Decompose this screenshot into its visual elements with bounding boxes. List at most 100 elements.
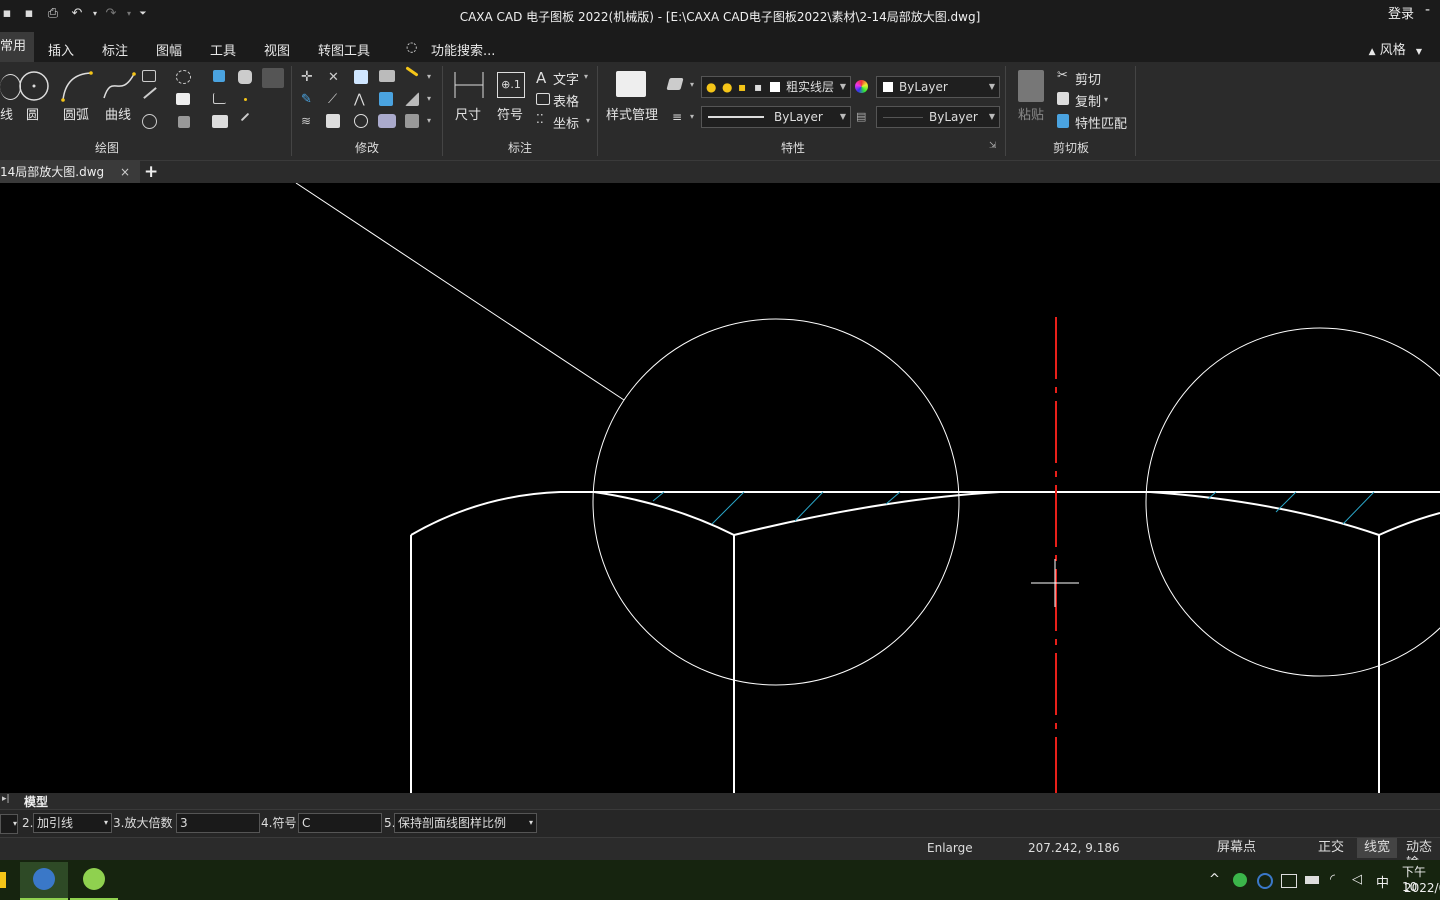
circle-icon[interactable] [18, 70, 50, 102]
wifi-icon[interactable]: ◜ [1330, 872, 1335, 887]
fill-icon[interactable] [178, 116, 190, 128]
option5-dropdown[interactable]: 保持剖面线图样比例 ▾ [394, 813, 537, 833]
magnification-input[interactable]: 3 [176, 813, 260, 833]
mirror-icon[interactable]: ⋀ [354, 92, 370, 108]
chevron-down-icon[interactable]: ▾ [586, 116, 590, 125]
stretch-icon[interactable]: ≋ [301, 114, 317, 130]
lineweight-dropdown[interactable]: ByLayer ▼ [876, 106, 1000, 128]
dimension-icon[interactable] [452, 70, 486, 100]
paste-icon[interactable] [1018, 70, 1044, 102]
table-icon[interactable] [536, 93, 550, 105]
dimension-button-label[interactable]: 尺寸 [455, 104, 481, 123]
tray-sync-icon[interactable] [1257, 873, 1273, 889]
array-icon[interactable] [354, 70, 368, 84]
snap-mode-toggle[interactable]: 屏幕点 [1217, 840, 1256, 856]
lineweight-toggle[interactable]: 线宽 [1357, 838, 1397, 858]
text-button-label[interactable]: 文字 [553, 69, 579, 88]
explorer-icon[interactable] [0, 872, 6, 888]
scale-icon[interactable] [326, 114, 340, 128]
color-wheel-icon[interactable] [855, 80, 868, 93]
extend-icon[interactable]: ⟋ [328, 92, 344, 108]
symbol-icon[interactable]: ⊕.1 [497, 72, 525, 98]
offset-icon[interactable] [176, 93, 190, 105]
chevron-down-icon[interactable]: ▾ [584, 72, 588, 81]
sun-icon[interactable]: ● [722, 77, 732, 97]
copy-object-icon[interactable]: ✎ [301, 92, 317, 108]
curve-icon[interactable] [102, 70, 136, 102]
chevron-down-icon[interactable]: ▾ [1104, 95, 1108, 104]
show-hidden-icons[interactable]: ^ [1209, 872, 1220, 887]
collapse-ribbon-icon[interactable]: ▲ [1369, 47, 1376, 57]
point-icon[interactable] [244, 98, 247, 101]
tab-sheet[interactable]: 图幅 [156, 40, 182, 59]
coordinate-button-label[interactable]: 坐标 [553, 113, 579, 132]
close-tab-icon[interactable]: × [120, 161, 130, 183]
feature-search[interactable]: 功能搜索... [431, 40, 495, 59]
add-tab-icon[interactable]: + [144, 161, 158, 183]
style-manager-label[interactable]: 样式管理 [606, 104, 658, 123]
document-tab[interactable]: 14局部放大图.dwg × [0, 161, 140, 183]
taskbar-app-recorder[interactable] [70, 862, 118, 900]
tab-annotate[interactable]: 标注 [102, 40, 128, 59]
linetype-dropdown[interactable]: ByLayer ▼ [701, 106, 851, 128]
scroll-tabs-icon[interactable]: ▸| [2, 794, 10, 804]
clock-date[interactable]: 2022/0 [1404, 881, 1440, 895]
select-mode-icon[interactable] [262, 68, 284, 88]
option2-dropdown[interactable]: 加引线 ▾ [33, 813, 112, 833]
drawing-canvas[interactable] [0, 182, 1440, 793]
hatch-icon[interactable] [213, 70, 225, 82]
tab-insert[interactable]: 插入 [48, 40, 74, 59]
arc-button-label[interactable]: 圆弧 [63, 104, 89, 123]
login-button[interactable]: 登录 [1388, 3, 1414, 22]
print-layer-icon[interactable]: ▪ [754, 77, 762, 97]
tab-tools[interactable]: 工具 [210, 40, 236, 59]
model-tab[interactable]: 模型 [24, 793, 48, 810]
match-properties-button-label[interactable]: 特性匹配 [1075, 113, 1127, 132]
block-icon[interactable] [212, 115, 228, 128]
style-manager-icon[interactable] [616, 71, 646, 97]
polygon-icon[interactable] [142, 114, 157, 129]
minimize-button[interactable]: - [1425, 2, 1430, 18]
match-properties-icon[interactable] [1057, 114, 1069, 128]
tab-common[interactable]: 常用 [0, 32, 35, 62]
ellipse-icon[interactable] [176, 70, 191, 84]
paste-button-label[interactable]: 粘贴 [1018, 104, 1044, 123]
erase-icon[interactable] [378, 114, 396, 128]
tray-app-icon[interactable] [1233, 873, 1247, 887]
table-button-label[interactable]: 表格 [553, 91, 579, 110]
chevron-down-icon[interactable]: ▾ [427, 116, 431, 125]
expand-panel-icon[interactable]: ⇲ [989, 141, 997, 151]
layer-dropdown[interactable]: ● ● ▪ ▪ 粗实线层 ▼ [701, 76, 851, 98]
symbol-button-label[interactable]: 符号 [497, 104, 523, 123]
line-button-label[interactable]: 线 [0, 104, 13, 123]
taskbar-app-caxa[interactable] [20, 862, 68, 900]
rotate-icon[interactable] [354, 114, 368, 128]
lightbulb-icon[interactable]: ● [706, 77, 716, 97]
battery-icon[interactable] [1305, 876, 1319, 884]
volume-icon[interactable]: ◁ [1352, 872, 1362, 887]
lock-icon[interactable]: ▪ [738, 77, 746, 97]
ime-indicator[interactable]: 中 [1376, 872, 1389, 891]
arc-icon[interactable] [60, 70, 94, 102]
text-icon[interactable]: A [536, 69, 546, 87]
tab-convert-tools[interactable]: 转图工具 [318, 40, 370, 59]
tray-display-icon[interactable] [1281, 874, 1297, 888]
copy-icon[interactable] [1057, 92, 1069, 105]
chamfer-icon[interactable] [213, 93, 226, 104]
linetype-icon[interactable]: ≡ [672, 110, 682, 124]
chevron-down-icon[interactable]: ▾ [690, 112, 694, 121]
tab-view[interactable]: 视图 [264, 40, 290, 59]
break-icon[interactable] [405, 114, 419, 128]
explode-icon[interactable] [379, 70, 395, 82]
move-icon[interactable]: ✛ [301, 70, 317, 86]
insert-block-icon[interactable] [238, 70, 252, 84]
rectangle-icon[interactable] [142, 70, 156, 82]
trim-icon[interactable]: ✕ [328, 70, 344, 86]
chevron-down-icon[interactable]: ▾ [427, 94, 431, 103]
chevron-down-icon[interactable]: ▾ [690, 80, 694, 89]
coordinate-icon[interactable]: ⁚⁚ [536, 112, 544, 126]
ortho-toggle[interactable]: 正交 [1318, 840, 1344, 856]
option1-dropdown[interactable]: ▾ [0, 814, 18, 834]
stretch-box-icon[interactable] [379, 92, 393, 106]
symbol-input[interactable]: C [298, 813, 382, 833]
